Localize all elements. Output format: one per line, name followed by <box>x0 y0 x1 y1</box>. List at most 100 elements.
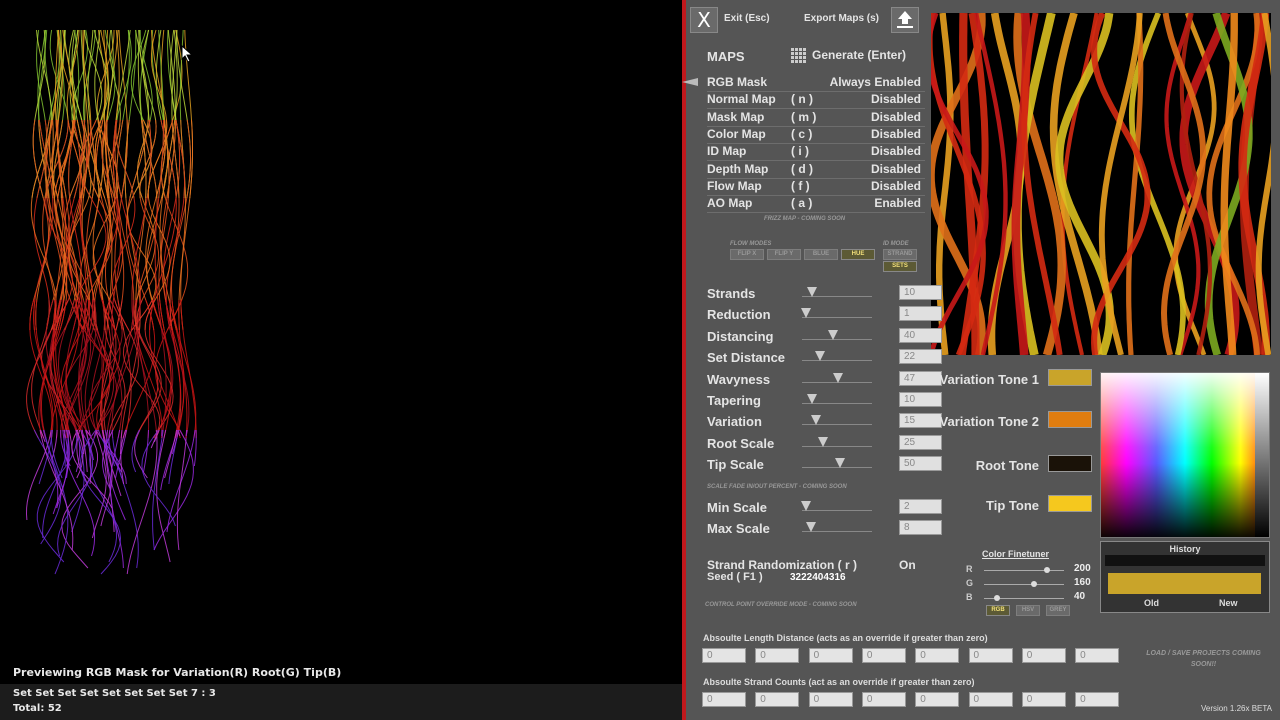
slider-track[interactable] <box>802 360 872 362</box>
upload-icon <box>897 11 913 28</box>
slider-track[interactable] <box>802 445 872 447</box>
slider-thumb[interactable] <box>807 287 817 297</box>
slider-track[interactable] <box>802 510 872 511</box>
override-field[interactable]: 0 <box>1021 648 1066 663</box>
map-name: RGB Mask <box>707 75 768 89</box>
slider-value-field[interactable]: 10 <box>899 392 942 407</box>
slider-thumb[interactable] <box>800 308 811 319</box>
strand-randomization-toggle[interactable]: On <box>899 558 916 572</box>
channel-thumb[interactable] <box>1031 581 1038 587</box>
map-row[interactable]: AO Map ( a ) Enabled <box>707 196 925 214</box>
slider-value-field[interactable]: 50 <box>899 456 942 472</box>
map-name: ID Map <box>707 144 747 159</box>
generate-button[interactable]: Generate (Enter) <box>790 47 924 65</box>
map-state[interactable]: Disabled <box>871 162 921 176</box>
override-field[interactable]: 0 <box>755 692 800 707</box>
slider-value-field[interactable]: 1 <box>899 306 942 322</box>
history-new-swatch[interactable] <box>1108 573 1261 594</box>
override-field[interactable]: 0 <box>808 692 853 707</box>
slider-thumb[interactable] <box>805 522 816 533</box>
override-field[interactable]: 0 <box>861 648 906 663</box>
tone-swatch[interactable] <box>1048 495 1092 512</box>
strand-preview-canvas[interactable]: Previewing RGB Mask for Variation(R) Roo… <box>0 0 682 720</box>
tone-swatch[interactable] <box>1048 455 1092 472</box>
map-row[interactable]: Flow Map ( f ) Disabled <box>707 179 925 196</box>
id-mode-button[interactable]: STRAND <box>883 249 917 260</box>
map-state[interactable]: Enabled <box>874 196 921 210</box>
slider-thumb[interactable] <box>810 415 821 426</box>
map-row[interactable]: Normal Map ( n ) Disabled <box>707 92 925 110</box>
seed-value[interactable]: 3222404316 <box>790 572 846 583</box>
flow-mode-button[interactable]: FLIP X <box>730 249 764 260</box>
channel-track[interactable] <box>984 570 1064 571</box>
override-field[interactable]: 0 <box>1021 692 1066 707</box>
id-mode-button[interactable]: SETS <box>883 261 917 272</box>
slider-row: Tip Scale 50 <box>707 455 942 473</box>
map-row[interactable]: Color Map ( c ) Disabled <box>707 127 925 144</box>
slider-thumb[interactable] <box>832 372 843 383</box>
channel-track[interactable] <box>984 584 1064 585</box>
map-state[interactable]: Disabled <box>871 92 921 106</box>
map-state[interactable]: Disabled <box>871 127 921 141</box>
flow-mode-button[interactable]: HUE <box>841 249 875 260</box>
override-field[interactable]: 0 <box>915 692 960 707</box>
override-field[interactable]: 0 <box>968 692 1013 707</box>
map-name: Color Map <box>707 126 766 141</box>
channel-label: R <box>966 564 973 574</box>
slider-label: Set Distance <box>707 350 786 366</box>
slider-thumb[interactable] <box>817 436 828 447</box>
override-field[interactable]: 0 <box>755 648 800 663</box>
history-old-swatch[interactable] <box>1105 555 1265 566</box>
settings-panel: X Exit (Esc) Export Maps (s) MAPS Genera… <box>682 0 1280 720</box>
map-state[interactable]: Always Enabled <box>830 75 921 89</box>
override-field[interactable]: 0 <box>915 648 960 663</box>
override-field[interactable]: 0 <box>702 648 746 663</box>
finetuner-mode-button[interactable]: RGB <box>986 605 1010 616</box>
map-row[interactable]: Mask Map ( m ) Disabled <box>707 110 925 127</box>
override-field[interactable]: 0 <box>1075 692 1120 707</box>
slider-value-field[interactable]: 10 <box>899 285 942 300</box>
slider-thumb[interactable] <box>828 329 838 340</box>
override-field[interactable]: 0 <box>968 648 1013 663</box>
slider-track[interactable] <box>802 317 872 319</box>
tone-swatch[interactable] <box>1048 411 1092 428</box>
override-field[interactable]: 0 <box>861 692 906 707</box>
map-state[interactable]: Disabled <box>871 144 921 158</box>
slider-value-field[interactable]: 40 <box>899 327 942 343</box>
finetuner-channel: R 200 <box>966 563 1094 576</box>
map-row[interactable]: Depth Map ( d ) Disabled <box>707 162 925 179</box>
slider-label: Variation <box>707 414 762 430</box>
slider-row: Min Scale 2 <box>707 498 942 516</box>
flow-mode-button[interactable]: BLUE <box>804 249 838 260</box>
flow-mode-button[interactable]: FLIP Y <box>767 249 801 260</box>
slider-value-field[interactable]: 25 <box>899 434 942 450</box>
map-shortcut: ( f ) <box>791 178 810 193</box>
override-field[interactable]: 0 <box>808 648 853 663</box>
color-picker[interactable] <box>1100 372 1270 538</box>
map-row[interactable]: ID Map ( i ) Disabled <box>707 144 925 162</box>
map-state[interactable]: Disabled <box>871 110 921 124</box>
tone-swatch[interactable] <box>1048 369 1092 386</box>
channel-value: 40 <box>1074 591 1086 602</box>
map-row[interactable]: RGB Mask Always Enabled <box>707 75 925 92</box>
map-state[interactable]: Disabled <box>871 179 921 193</box>
override-field[interactable]: 0 <box>702 692 746 707</box>
total-strands: Total: 52 <box>13 703 62 714</box>
override-field[interactable]: 0 <box>1075 648 1120 663</box>
slider-value-field[interactable]: 15 <box>899 413 942 429</box>
export-maps-button[interactable] <box>891 7 919 33</box>
slider-value-field[interactable]: 22 <box>899 349 942 365</box>
slider-value-field[interactable]: 2 <box>899 499 942 514</box>
finetuner-mode-button[interactable]: HSV <box>1016 605 1040 616</box>
slider-thumb[interactable] <box>807 394 817 404</box>
slider-value-field[interactable]: 47 <box>899 370 942 386</box>
slider-thumb[interactable] <box>801 501 812 511</box>
channel-thumb[interactable] <box>993 595 1000 601</box>
slider-thumb[interactable] <box>815 351 826 362</box>
slider-value-field[interactable]: 8 <box>899 520 942 536</box>
map-shortcut: ( m ) <box>791 109 817 124</box>
channel-thumb[interactable] <box>1043 567 1050 573</box>
slider-thumb[interactable] <box>835 458 845 469</box>
exit-button[interactable]: X <box>690 7 718 33</box>
finetuner-mode-button[interactable]: GREY <box>1046 605 1070 616</box>
